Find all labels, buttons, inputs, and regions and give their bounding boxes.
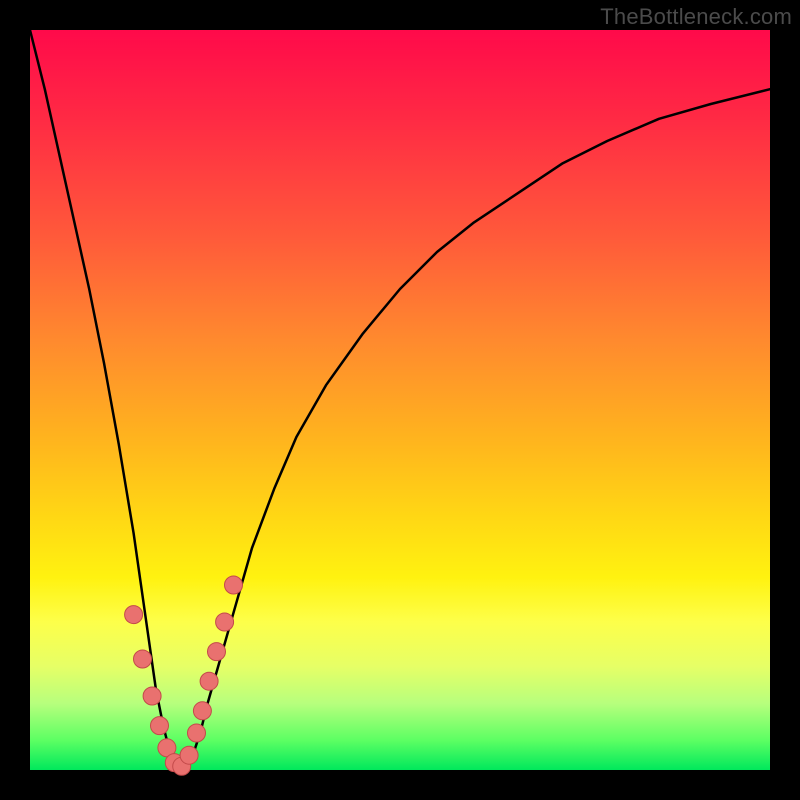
marker-layer: [125, 576, 243, 775]
watermark-text: TheBottleneck.com: [600, 4, 792, 30]
data-marker: [216, 613, 234, 631]
chart-svg: [30, 30, 770, 770]
data-marker: [200, 672, 218, 690]
data-marker: [134, 650, 152, 668]
data-marker: [208, 643, 226, 661]
data-marker: [180, 746, 198, 764]
data-marker: [225, 576, 243, 594]
data-marker: [188, 724, 206, 742]
chart-frame: TheBottleneck.com: [0, 0, 800, 800]
data-marker: [143, 687, 161, 705]
data-marker: [125, 606, 143, 624]
data-marker: [151, 717, 169, 735]
data-marker: [193, 702, 211, 720]
plot-area: [30, 30, 770, 770]
